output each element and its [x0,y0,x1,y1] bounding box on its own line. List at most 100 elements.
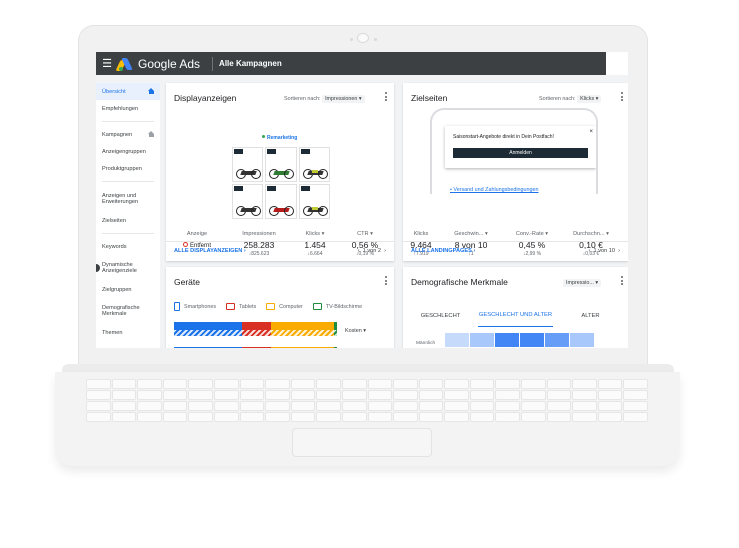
sidebar-item-label: Übersicht [102,88,126,95]
metric-label[interactable]: CTR ▾ [340,231,390,240]
sort-control[interactable]: Impressio... ▾ [563,279,602,287]
keyboard-key [419,402,443,410]
keyboard-key [470,380,494,388]
tab-gender-age[interactable]: GESCHLECHT UND ALTER [478,305,553,327]
sidebar-item-topics[interactable]: Themen [96,324,160,341]
sort-label: Sortieren nach: [284,96,321,102]
ad-thumbnail[interactable] [298,147,330,182]
metric-select[interactable]: Kosten ▾ [345,328,366,334]
metric-label[interactable]: Geschwin... ▾ [439,231,503,240]
bar-smartphones [174,322,242,330]
sort-select[interactable]: Impressionen ▾ [322,95,365,103]
sidebar-item-label: Demografische Merkmale [102,305,140,317]
landing-link[interactable]: • Versand und Zahlungsbedingungen [450,187,539,194]
landing-page-links: • Versand und Zahlungsbedingungen [450,187,539,194]
keyboard-key [240,413,264,421]
campaign-title[interactable]: Alle Kampagnen [219,59,282,68]
sort-select[interactable]: Klicks ▾ [577,95,602,103]
demographics-tabs: GESCHLECHT GESCHLECHT UND ALTER ALTER [403,305,628,327]
close-icon[interactable]: × [589,129,593,135]
keyboard-key [163,391,187,399]
metric-label-text: Durchschn... [573,231,605,237]
ad-preview-grid[interactable] [232,147,330,219]
card-footer: ALLE DISPLAYANZEIGEN › ‹ 1 von 2 › [166,241,394,261]
ad-thumbnail[interactable] [232,184,264,219]
ad-thumbnail[interactable] [298,184,330,219]
card-title: Demografische Merkmale [411,277,508,287]
sort-control[interactable]: Sortieren nach: Klicks ▾ [539,95,602,103]
sidebar-item-campaigns[interactable]: Kampagnen [96,126,160,143]
legend-smartphones[interactable]: Smartphones [174,302,216,311]
device-share-bar-striped [174,330,337,336]
sidebar-item-ads-extensions[interactable]: Anzeigen und Erweiterungen [96,186,160,212]
legend-label: Tablets [239,303,257,310]
keyboard-key [87,380,110,388]
card-title: Displayanzeigen [174,93,237,103]
heatmap-cell[interactable] [445,333,469,347]
keyboard-key [342,391,366,399]
keyboard-key [573,402,596,410]
bar-smartphones [174,347,242,348]
more-icon[interactable] [384,276,387,287]
heatmap-cell[interactable] [545,333,569,347]
keyboard-key [547,402,571,410]
keyboard-key [522,402,545,410]
keyboard-key [240,391,264,399]
keyboard-key [342,413,366,421]
keyboard-key [470,391,494,399]
bar-tablets [242,330,271,336]
legend-computer[interactable]: Computer [266,302,303,311]
more-icon[interactable] [620,276,623,287]
keyboard-key [266,413,289,421]
metric-label-text: Klicks [305,231,321,237]
sidebar-item-adgroups[interactable]: Anzeigengruppen [96,143,160,160]
sidebar-item-keywords[interactable]: Keywords [96,238,160,255]
more-icon[interactable] [620,92,623,103]
pager[interactable]: ‹ 1 von 2 › [358,248,386,254]
ad-thumbnail[interactable] [265,147,297,182]
more-icon[interactable] [384,92,387,103]
sidebar-item-recommendations[interactable]: Empfehlungen [96,100,160,117]
pager[interactable]: ‹ 1 von 10 › [589,248,620,254]
sort-select[interactable]: Impressio... ▾ [563,279,602,287]
heatmap-cell[interactable] [470,333,494,347]
tab-gender[interactable]: GESCHLECHT [403,305,478,327]
sidebar-item-landingpages[interactable]: Zielseiten [96,212,160,229]
sidebar-item-overview[interactable]: Übersicht [96,83,160,100]
metric-label-text: Geschwin... [454,231,484,237]
heatmap-cell[interactable] [495,333,519,347]
keyboard-key [573,413,596,421]
menu-icon[interactable]: ☰ [96,57,118,70]
sidebar-item-audiences[interactable]: Zielgruppen [96,281,160,298]
keyboard-key [419,391,443,399]
legend-tv[interactable]: TV-Bildschirme [312,302,362,311]
legend-tablets[interactable]: Tablets [226,302,256,311]
keyboard-key [214,413,238,421]
sort-value: Impressio... [566,280,594,286]
ad-thumbnail[interactable] [232,147,264,182]
sidebar-divider [102,233,154,234]
sidebar-item-dynamic-targets[interactable]: Dynamische Anzeigenziele [96,255,160,281]
metric-label[interactable]: Conv.-Rate ▾ [503,231,561,240]
ad-thumbnail[interactable] [265,184,297,219]
heatmap-cell[interactable] [520,333,544,347]
keyboard-key [496,402,520,410]
sidebar-item-label: Empfehlungen [102,105,139,112]
metric-label[interactable]: Durchschn... ▾ [561,231,621,240]
sidebar-item-label: Zielgruppen [102,286,132,293]
sidebar-item-demographics[interactable]: Demografische Merkmale [96,298,160,324]
all-landing-pages-link[interactable]: ALLE LANDINGPAGES › [411,248,475,254]
signup-button[interactable]: Anmelden [453,148,588,158]
landing-page-preview[interactable]: Saisonstart-Angebote direkt in Dein Post… [430,108,598,194]
keyboard-key [138,402,161,410]
sort-control[interactable]: Sortieren nach: Impressionen ▾ [284,95,365,103]
link-text: ALLE LANDINGPAGES [411,248,472,254]
tab-age[interactable]: ALTER [553,305,628,327]
sidebar-item-productgroups[interactable]: Produktgruppen [96,160,160,177]
all-display-ads-link[interactable]: ALLE DISPLAYANZEIGEN › [174,248,246,254]
heatmap-cell[interactable] [570,333,594,347]
tablet-icon [226,303,236,310]
bar-tablets [242,322,271,330]
metric-label[interactable]: Klicks ▾ [290,231,340,240]
link-text: ALLE DISPLAYANZEIGEN [174,248,243,254]
